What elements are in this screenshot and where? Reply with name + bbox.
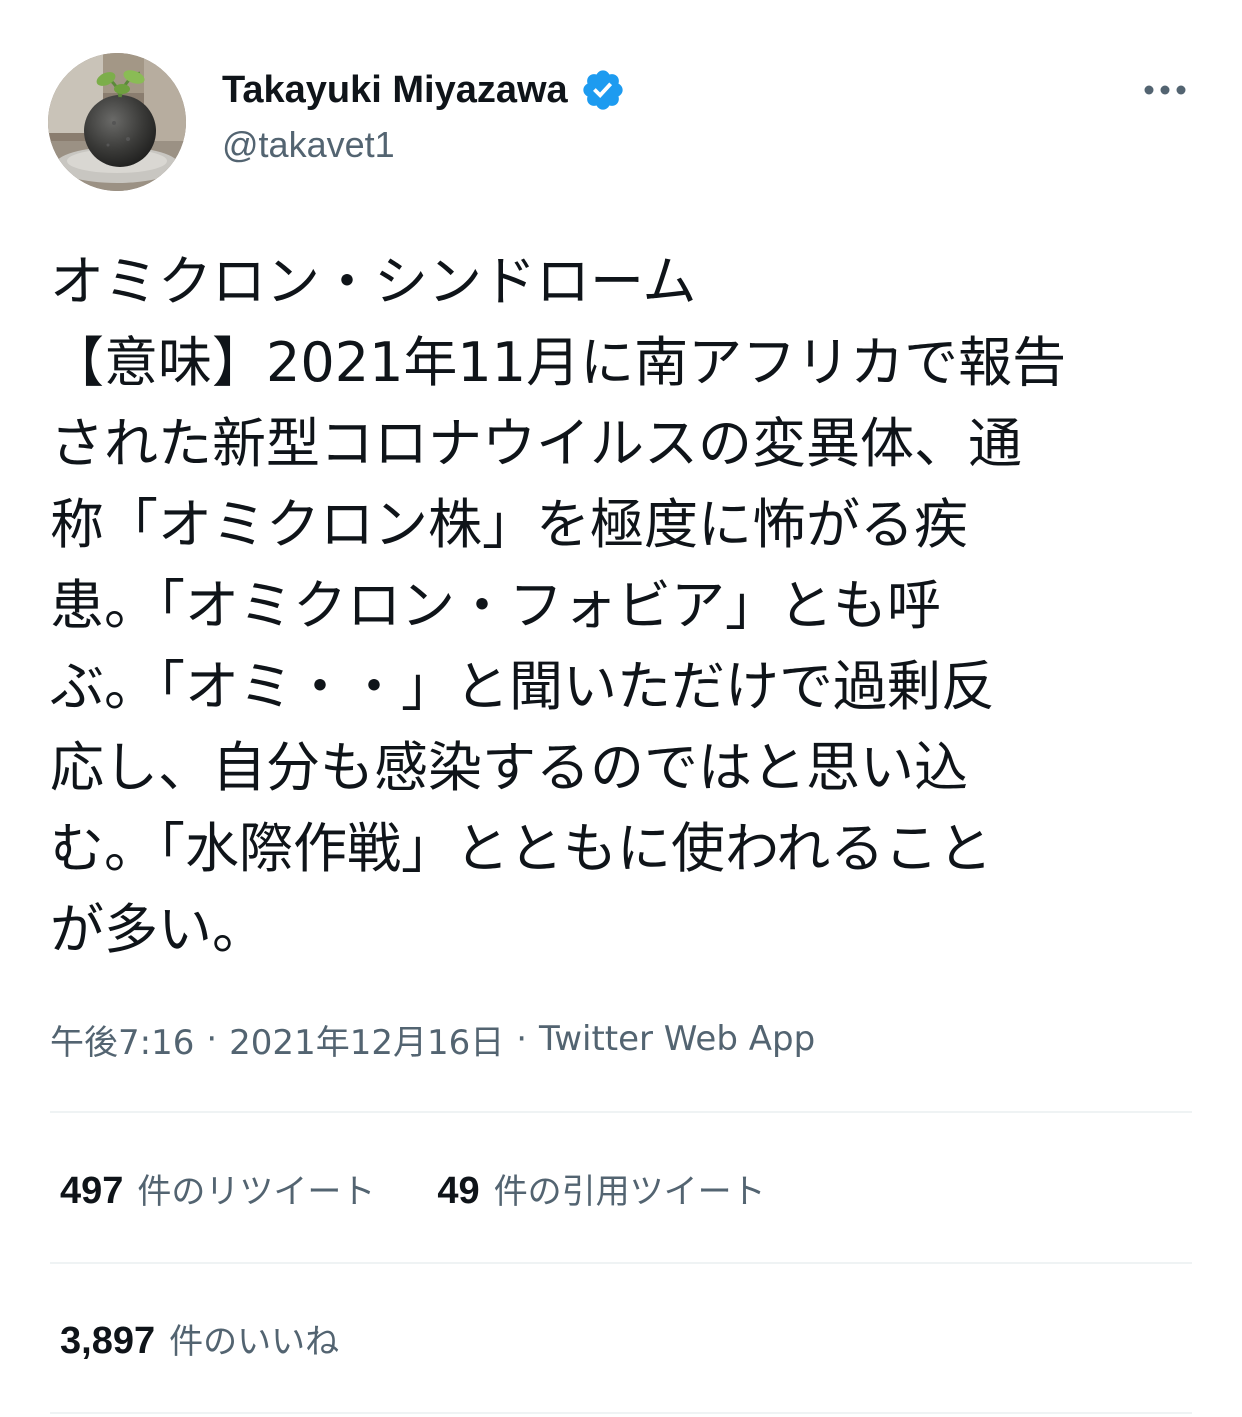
tweet-metadata: 午後7:16 · 2021年12月16日 · Twitter Web App <box>50 1012 815 1066</box>
tweet-text-line: 【意味】2021年11月に南アフリカで報告 <box>50 331 1067 394</box>
divider <box>50 1262 1192 1264</box>
quote-tweets-count: 49 <box>437 1169 480 1212</box>
divider <box>50 1412 1192 1414</box>
tweet-text-line: ぶ。「オミ・・」と聞いただけで過剰反 <box>50 655 995 718</box>
tweet-header: Takayuki Miyazawa @takavet1 <box>0 0 1242 210</box>
likes-count: 3,897 <box>60 1319 156 1362</box>
profile-avatar[interactable] <box>48 53 186 191</box>
meta-separator: · <box>206 1019 218 1059</box>
retweets-stat[interactable]: 497 件のリツイート <box>60 1164 375 1213</box>
verified-badge-icon <box>583 70 623 110</box>
quote-tweets-label: 件の引用ツイート <box>493 1171 766 1212</box>
tweet-text: オミクロン・シンドローム【意味】2021年11月に南アフリカで報告 された新型コロ… <box>50 241 1200 970</box>
tweet-text-line: が多い。 <box>50 898 266 961</box>
tweet-text-line: 患。「オミクロン・フォビア」とも呼 <box>50 574 941 637</box>
tweet-text-line: された新型コロナウイルスの変異体、通 <box>50 412 1022 475</box>
likes-stat[interactable]: 3,897 件のいいね <box>60 1314 339 1363</box>
quote-tweets-stat[interactable]: 49 件の引用ツイート <box>437 1164 765 1213</box>
tweet-text-line: む。「水際作戦」とともに使われること <box>50 817 993 880</box>
tweet-date[interactable]: 2021年12月16日 <box>229 1015 504 1064</box>
display-name-text: Takayuki Miyazawa <box>222 68 568 111</box>
retweet-stats-row: 497 件のリツイート 49 件の引用ツイート <box>60 1158 766 1218</box>
likes-label: 件のいいね <box>169 1321 340 1362</box>
user-handle[interactable]: @takavet1 <box>222 124 395 166</box>
tweet-source-link[interactable]: Twitter Web App <box>539 1019 815 1059</box>
divider <box>50 1111 1192 1113</box>
tweet-time[interactable]: 午後7:16 <box>50 1015 194 1064</box>
tweet-text-line: 応し、自分も感染するのではと思い込 <box>50 736 968 799</box>
retweets-count: 497 <box>60 1169 124 1212</box>
more-horizontal-icon <box>1144 85 1186 95</box>
display-name[interactable]: Takayuki Miyazawa <box>222 62 626 118</box>
more-options-button[interactable] <box>1140 70 1190 110</box>
meta-separator: · <box>516 1019 528 1059</box>
likes-stats-row: 3,897 件のいいね <box>60 1308 339 1368</box>
tweet-text-line: 称「オミクロン株」を極度に怖がる疾 <box>50 493 968 556</box>
avatar-image <box>48 53 186 191</box>
retweets-label: 件のリツイート <box>137 1171 376 1212</box>
tweet-text-line: オミクロン・シンドローム <box>50 250 697 313</box>
